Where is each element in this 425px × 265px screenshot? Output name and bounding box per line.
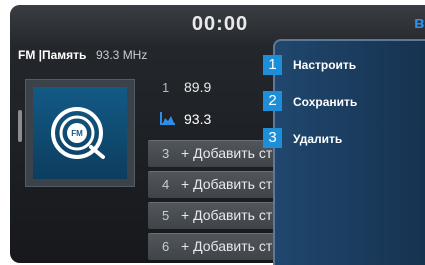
fm-radio-icon: FM [33,87,127,179]
scroll-handle[interactable] [18,110,22,142]
add-station-label: + Добавить ст [181,238,273,254]
preset-frequency: 93.3 [184,111,212,127]
add-station-label: + Добавить ст [181,207,273,223]
slot-number: 6 [162,239,170,254]
station-info: FM | Память 93.3 MHz [10,43,290,67]
callout-badge-3: 3 [263,128,282,148]
slot-number: 3 [162,146,170,161]
clock: 00:00 [191,13,249,35]
menu-item-tune[interactable]: Настроить [275,51,425,81]
callout-badge-2: 2 [263,91,282,111]
bluetooth-icon: ʙ [414,14,425,32]
add-station-label: + Добавить ст [181,145,273,161]
menu-item-save[interactable]: Сохранить [275,88,425,118]
station-art: FM [25,79,135,187]
add-station-label: + Добавить ст [181,176,273,192]
menu-item-label: Удалить [293,132,343,146]
preset-frequency: 89.9 [184,79,212,95]
current-frequency: 93.3 MHz [96,48,148,62]
menu-item-delete[interactable]: Удалить [275,125,425,155]
context-menu: Настроить Сохранить Удалить [273,39,425,265]
menu-item-label: Настроить [293,58,357,72]
slot-number: 4 [162,177,170,192]
preset-number: 1 [162,80,170,95]
callout-badge-1: 1 [263,55,282,75]
menu-item-label: Сохранить [293,95,358,109]
band-label: FM | [18,48,43,62]
signal-strength-icon [160,112,175,125]
preset-mode-label: Память [42,48,87,62]
logo-text: FM [71,129,83,138]
slot-number: 5 [162,208,170,223]
status-bar: 00:00 ʙ [10,5,425,43]
